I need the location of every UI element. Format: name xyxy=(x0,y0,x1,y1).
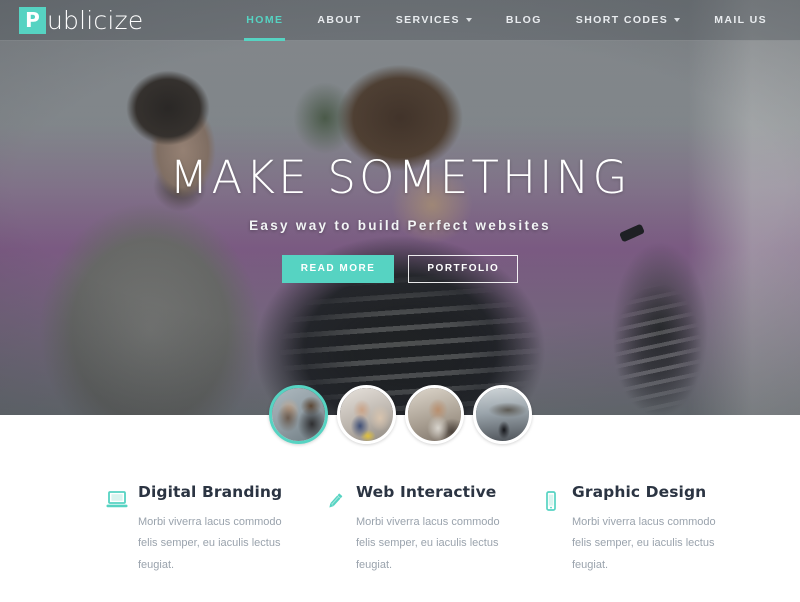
chevron-down-icon xyxy=(465,18,472,22)
thumb-image xyxy=(271,388,325,441)
hero-content: MAKE SOMETHING Easy way to build Perfect… xyxy=(0,0,800,283)
slide-thumb-1[interactable] xyxy=(268,385,328,444)
slide-thumb-2[interactable] xyxy=(336,385,396,444)
nav-item-label: SHORT CODES xyxy=(575,14,669,26)
feature-body: Digital Branding Morbi viverra lacus com… xyxy=(138,483,302,602)
nav-item-blog[interactable]: BLOG xyxy=(489,0,559,41)
brand-logo[interactable]: P ublicize xyxy=(19,6,143,35)
landing-page: P ublicize HOME ABOUT SERVICES BLOG SHOR… xyxy=(0,0,800,602)
thumb-image xyxy=(407,388,461,441)
feature-graphic-design: Graphic Design Morbi viverra lacus commo… xyxy=(522,483,736,602)
hero-cta-group: READ MORE PORTFOLIO xyxy=(0,255,800,283)
portfolio-button[interactable]: PORTFOLIO xyxy=(408,255,519,283)
nav-item-short-codes[interactable]: SHORT CODES xyxy=(559,0,697,41)
laptop-icon xyxy=(96,483,138,602)
nav-item-label: ABOUT xyxy=(317,14,362,26)
feature-text: Morbi viverra lacus commodo felis semper… xyxy=(356,516,500,571)
feature-title: Digital Branding xyxy=(138,483,283,501)
nav-item-label: BLOG xyxy=(505,14,542,26)
slide-thumb-3[interactable] xyxy=(404,385,464,444)
nav-item-label: HOME xyxy=(246,14,284,26)
feature-text: Morbi viverra lacus commodo felis semper… xyxy=(138,516,282,571)
pencil-icon xyxy=(314,483,356,602)
feature-text: Morbi viverra lacus commodo felis semper… xyxy=(572,516,716,571)
mobile-icon xyxy=(530,483,572,602)
nav-item-services[interactable]: SERVICES xyxy=(379,0,489,41)
feature-title: Web Interactive xyxy=(356,483,497,501)
logo-mark: P xyxy=(19,6,46,34)
nav-item-about[interactable]: ABOUT xyxy=(300,0,378,41)
nav-item-mail-us[interactable]: MAIL US xyxy=(697,0,784,41)
nav-item-label: SERVICES xyxy=(395,14,460,26)
thumb-image xyxy=(339,388,393,441)
main-navigation: HOME ABOUT SERVICES BLOG SHORT CODES MAI… xyxy=(229,0,784,41)
hero-title: MAKE SOMETHING xyxy=(169,151,631,204)
nav-item-home[interactable]: HOME xyxy=(229,0,300,41)
nav-item-label: MAIL US xyxy=(714,14,767,26)
feature-body: Web Interactive Morbi viverra lacus comm… xyxy=(356,483,520,602)
slider-thumbnails xyxy=(0,385,800,444)
thumb-image xyxy=(475,388,529,441)
feature-web-interactive: Web Interactive Morbi viverra lacus comm… xyxy=(306,483,520,602)
feature-digital-branding: Digital Branding Morbi viverra lacus com… xyxy=(88,483,302,602)
hero-subtitle: Easy way to build Perfect websites xyxy=(249,218,551,233)
read-more-button[interactable]: READ MORE xyxy=(281,255,395,283)
feature-title: Graphic Design xyxy=(572,483,707,501)
chevron-down-icon xyxy=(674,18,681,22)
logo-text: ublicize xyxy=(47,5,144,35)
feature-body: Graphic Design Morbi viverra lacus commo… xyxy=(572,483,736,602)
slide-thumb-4[interactable] xyxy=(472,385,532,444)
navbar: P ublicize HOME ABOUT SERVICES BLOG SHOR… xyxy=(0,0,800,41)
